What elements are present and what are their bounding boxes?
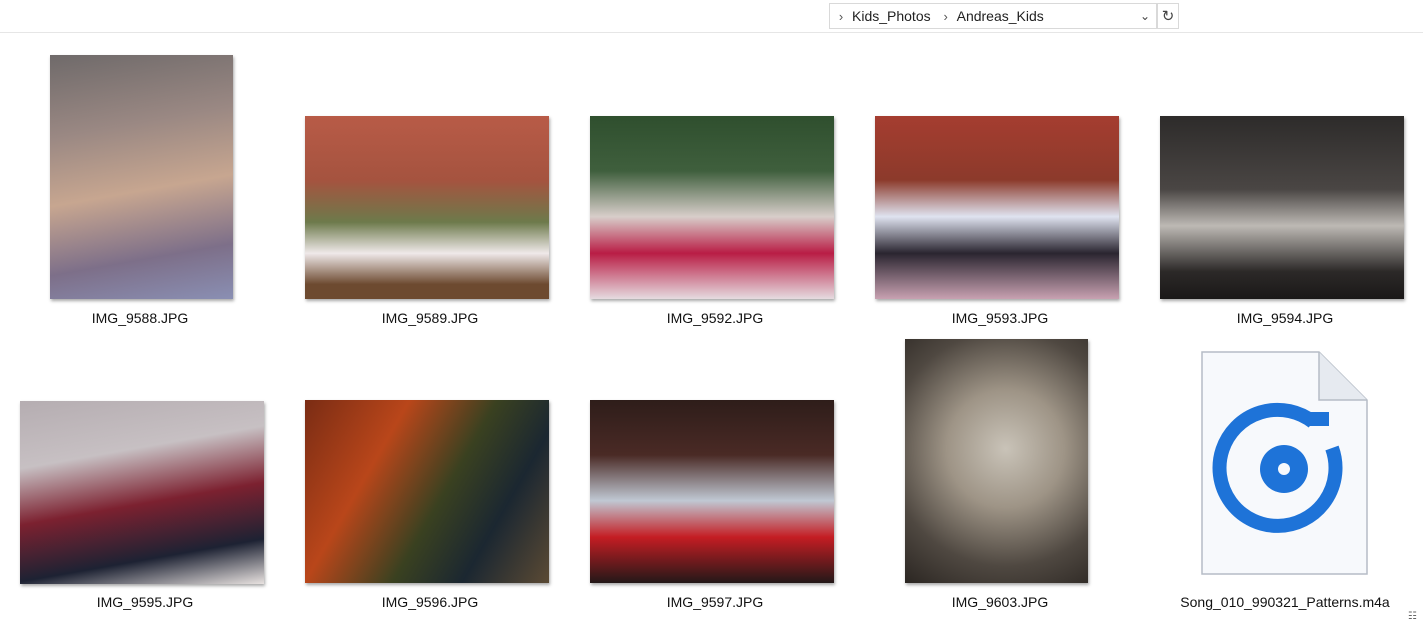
chevron-right-icon[interactable]: › [834, 9, 848, 24]
photo-thumbnail [875, 116, 1119, 299]
file-name: Song_010_990321_Patterns.m4a [1180, 594, 1390, 610]
photo-thumbnail [590, 400, 834, 583]
toolbar: › Kids_Photos › Andreas_Kids ⌄ ↻ [0, 0, 1423, 33]
file-name: IMG_9596.JPG [381, 594, 479, 610]
file-name: IMG_9592.JPG [666, 310, 764, 326]
breadcrumb-andreas-kids[interactable]: Andreas_Kids [953, 8, 1048, 24]
file-name: IMG_9603.JPG [951, 594, 1049, 610]
file-item[interactable]: IMG_9596.JPG [290, 325, 570, 610]
chevron-right-icon[interactable]: › [939, 9, 953, 24]
file-name: IMG_9593.JPG [951, 310, 1049, 326]
photo-thumbnail [305, 116, 549, 299]
photo-thumbnail [1160, 116, 1404, 299]
file-item[interactable]: IMG_9595.JPG [5, 325, 285, 610]
file-item[interactable]: IMG_9593.JPG [860, 40, 1140, 326]
photo-thumbnail [905, 339, 1088, 583]
photo-thumbnail [50, 55, 233, 299]
file-name: IMG_9589.JPG [381, 310, 479, 326]
audio-file-icon [1201, 351, 1368, 575]
photo-thumbnail [590, 116, 834, 299]
file-item[interactable]: IMG_9589.JPG [290, 40, 570, 326]
breadcrumb-kids-photos[interactable]: Kids_Photos [848, 8, 935, 24]
photo-thumbnail [20, 401, 264, 584]
file-item[interactable]: IMG_9594.JPG [1145, 40, 1423, 326]
file-name: IMG_9597.JPG [666, 594, 764, 610]
file-name: IMG_9588.JPG [91, 310, 189, 326]
file-item[interactable]: IMG_9597.JPG [575, 325, 855, 610]
chevron-down-icon[interactable]: ⌄ [1134, 4, 1156, 28]
file-item[interactable]: IMG_9592.JPG [575, 40, 855, 326]
file-name: IMG_9595.JPG [96, 594, 194, 610]
refresh-icon: ↻ [1161, 8, 1175, 25]
refresh-button[interactable]: ↻ [1157, 3, 1179, 29]
view-toggle-icon[interactable]: ☷ [1408, 611, 1417, 622]
address-bar[interactable]: › Kids_Photos › Andreas_Kids ⌄ [829, 3, 1157, 29]
photo-thumbnail [305, 400, 549, 583]
file-item[interactable]: IMG_9588.JPG [0, 40, 280, 326]
file-item[interactable]: IMG_9603.JPG [860, 325, 1140, 610]
file-name: IMG_9594.JPG [1236, 310, 1334, 326]
